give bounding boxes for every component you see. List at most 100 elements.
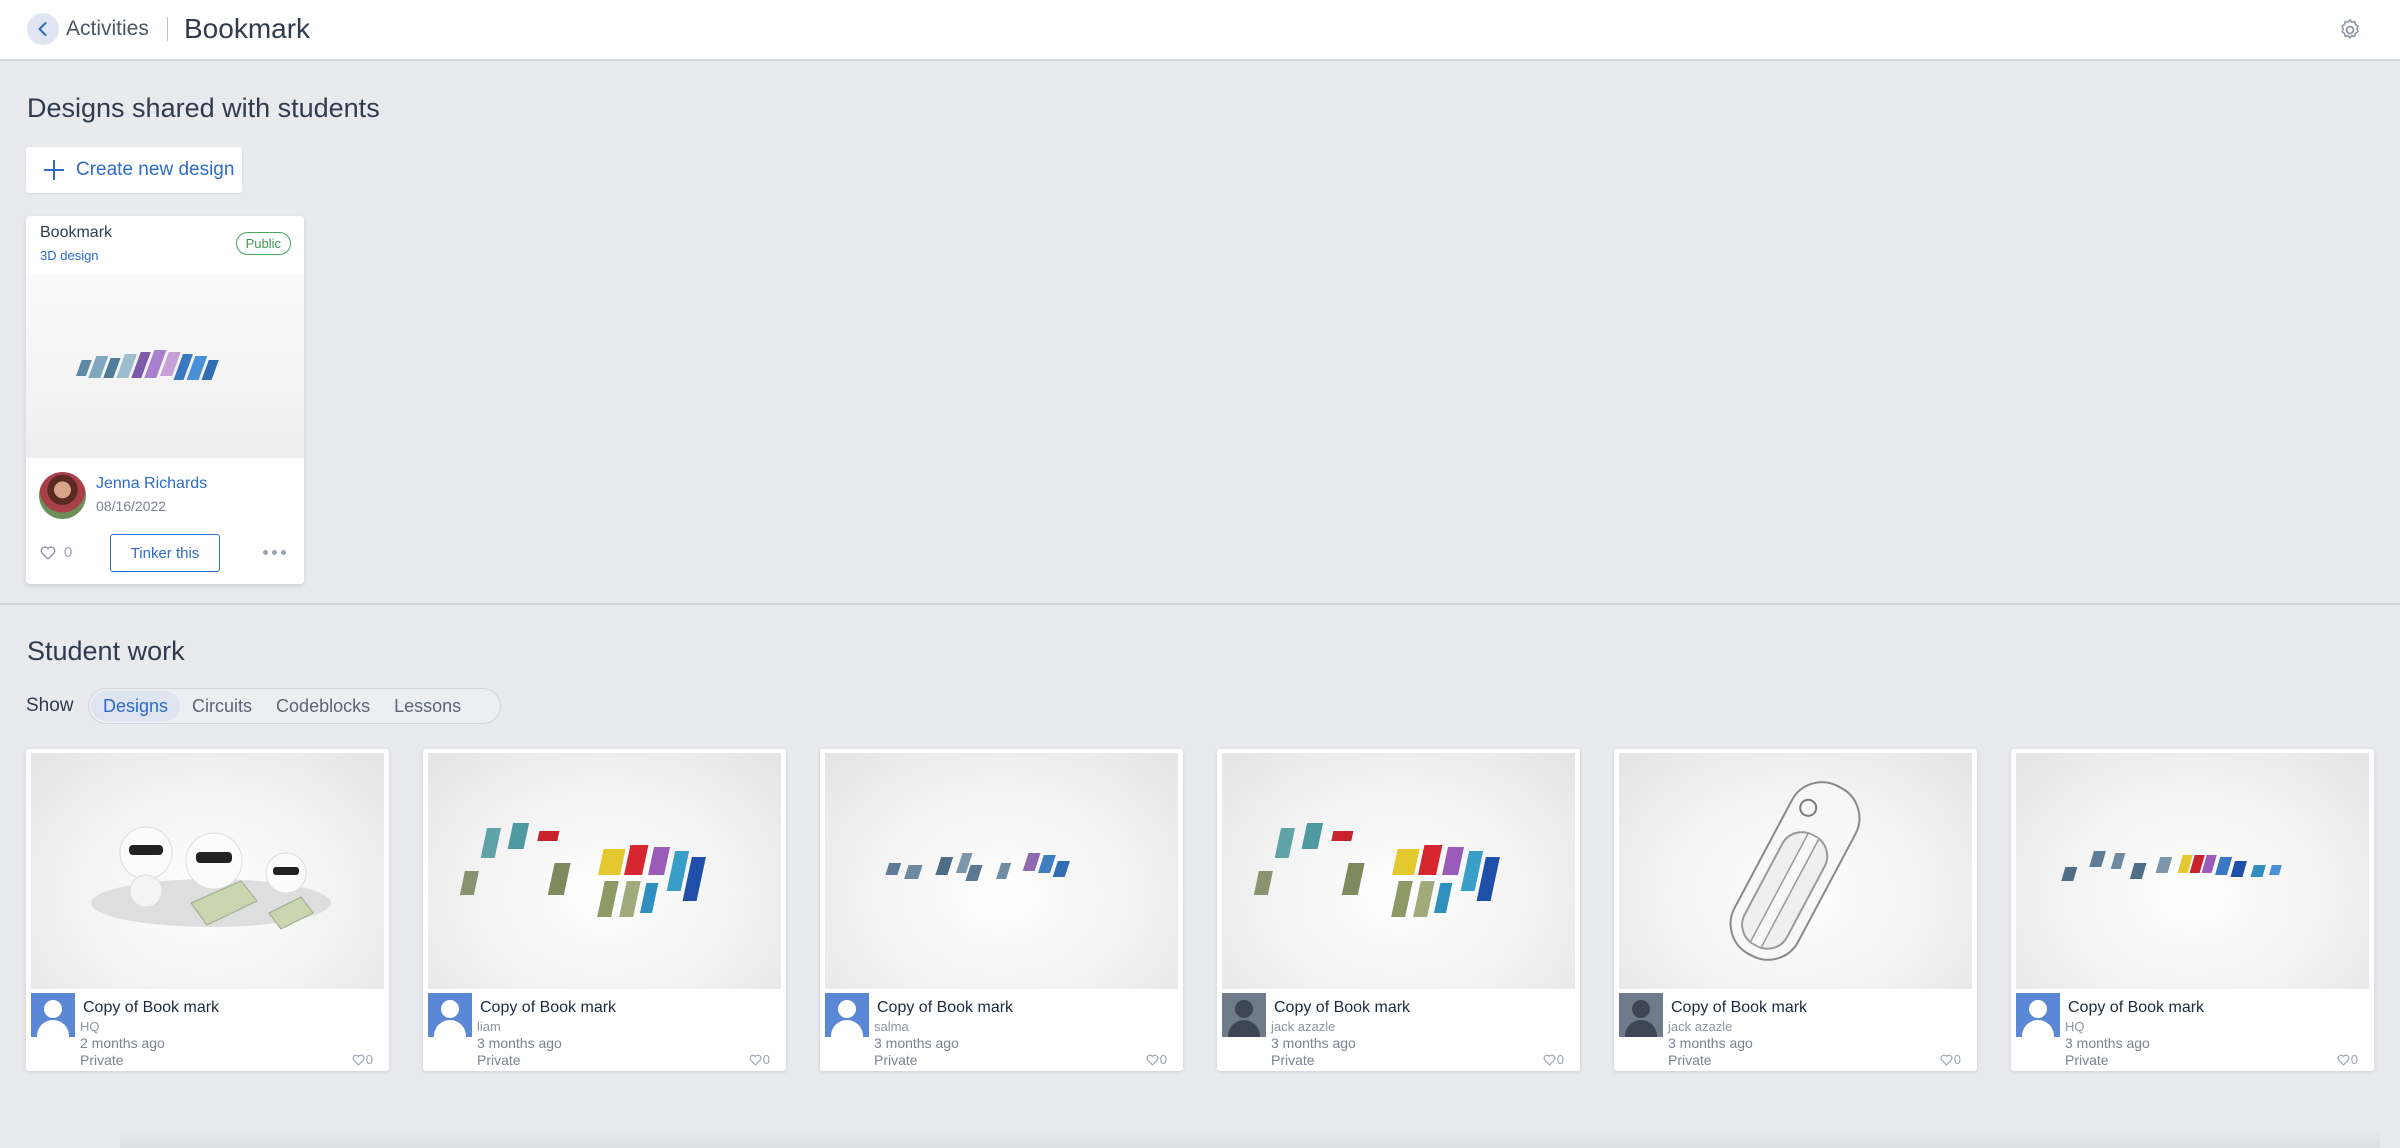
outline-bookmark-image	[1729, 781, 1861, 961]
design-owner: HQ	[2065, 1019, 2085, 1034]
design-visibility: Private	[2065, 1052, 2109, 1068]
design-date: 08/16/2022	[96, 498, 167, 514]
shared-design-card[interactable]: Bookmark 3D design Public Jenna Richards…	[26, 216, 304, 584]
like-count: 0	[762, 1052, 770, 1067]
user-avatar[interactable]	[1222, 993, 1266, 1037]
design-time: 3 months ago	[2065, 1035, 2150, 1051]
like-count: 0	[1953, 1052, 1961, 1067]
like-count: 0	[64, 544, 73, 561]
design-title[interactable]: Copy of Book mark	[1671, 999, 1807, 1017]
like-button[interactable]: 0	[749, 1052, 770, 1067]
user-avatar[interactable]	[1619, 993, 1663, 1037]
section-divider	[0, 603, 2400, 605]
design-title[interactable]: Copy of Book mark	[2068, 999, 2204, 1017]
like-count: 0	[365, 1052, 373, 1067]
heart-icon	[1940, 1054, 1953, 1066]
breadcrumb-separator	[167, 17, 168, 41]
student-design-card[interactable]: Copy of Book mark liam 3 months ago Priv…	[423, 749, 786, 1071]
like-button[interactable]: 0	[1146, 1052, 1167, 1067]
design-visibility: Private	[874, 1052, 918, 1068]
snowman-bookmark-image	[91, 826, 331, 930]
student-design-card[interactable]: Copy of Book mark jack azazle 3 months a…	[1614, 749, 1977, 1071]
more-options-button[interactable]	[263, 546, 291, 558]
design-owner: HQ	[80, 1019, 100, 1034]
design-title[interactable]: Copy of Book mark	[83, 999, 219, 1017]
design-visibility: Private	[1271, 1052, 1315, 1068]
bookmark-set-image	[885, 853, 1070, 881]
design-thumbnail[interactable]	[31, 753, 384, 989]
bookmark-model-image	[75, 350, 219, 380]
student-work-title: Student work	[27, 636, 185, 666]
create-new-design-label: Create new design	[76, 159, 235, 180]
filter-tab-designs[interactable]: Designs	[91, 691, 181, 721]
plus-icon	[44, 160, 64, 180]
design-thumbnail[interactable]	[26, 274, 304, 458]
design-time: 3 months ago	[1668, 1035, 1753, 1051]
chevron-left-icon	[38, 22, 47, 36]
design-thumbnail[interactable]	[428, 753, 781, 989]
user-avatar[interactable]	[31, 993, 75, 1037]
bottom-shadow	[120, 1128, 2380, 1148]
design-thumbnail[interactable]	[1222, 753, 1575, 989]
design-thumbnail[interactable]	[825, 753, 1178, 989]
design-time: 3 months ago	[477, 1035, 562, 1051]
like-button[interactable]: 0	[1940, 1052, 1961, 1067]
filter-tab-circuits[interactable]: Circuits	[180, 691, 264, 721]
design-owner: jack azazle	[1271, 1019, 1336, 1034]
create-new-design-button[interactable]: Create new design	[26, 147, 242, 193]
design-owner: salma	[874, 1019, 909, 1034]
more-dot-icon	[263, 549, 268, 555]
student-design-card[interactable]: Copy of Book mark HQ 2 months ago Privat…	[26, 749, 389, 1071]
author-name-link[interactable]: Jenna Richards	[96, 475, 207, 493]
more-dot-icon	[272, 549, 277, 555]
status-badge: Public	[235, 232, 291, 255]
bookmark-set-image	[459, 823, 706, 917]
like-count: 0	[1556, 1052, 1564, 1067]
design-time: 3 months ago	[874, 1035, 959, 1051]
design-time: 2 months ago	[80, 1035, 165, 1051]
like-button[interactable]: 0	[2337, 1052, 2358, 1067]
design-title[interactable]: Copy of Book mark	[480, 999, 616, 1017]
design-title[interactable]: Copy of Book mark	[877, 999, 1013, 1017]
design-time: 3 months ago	[1271, 1035, 1356, 1051]
design-visibility: Private	[1668, 1052, 1712, 1068]
filter-tab-lessons[interactable]: Lessons	[382, 691, 473, 721]
more-dot-icon	[281, 549, 286, 555]
like-button[interactable]: 0	[40, 544, 72, 561]
page-title: Bookmark	[184, 13, 311, 44]
filter-tab-codeblocks[interactable]: Codeblocks	[264, 691, 382, 721]
like-count: 0	[2350, 1052, 2358, 1067]
design-thumbnail[interactable]	[1619, 753, 1972, 989]
tinker-this-button[interactable]: Tinker this	[110, 534, 220, 572]
design-owner: jack azazle	[1668, 1019, 1733, 1034]
breadcrumb-activities[interactable]: Activities	[66, 17, 149, 41]
bookmark-set-image	[1253, 823, 1500, 917]
user-avatar[interactable]	[428, 993, 472, 1037]
student-design-card[interactable]: Copy of Book mark HQ 3 months ago Privat…	[2011, 749, 2374, 1071]
back-button[interactable]	[27, 13, 59, 45]
heart-icon	[1543, 1054, 1556, 1066]
design-visibility: Private	[477, 1052, 521, 1068]
show-label: Show	[26, 695, 74, 716]
design-title[interactable]: Copy of Book mark	[1274, 999, 1410, 1017]
shared-section-title: Designs shared with students	[27, 93, 380, 123]
gear-icon[interactable]	[2337, 17, 2363, 43]
design-name: Bookmark	[40, 224, 113, 241]
design-type: 3D design	[40, 248, 99, 263]
bookmark-set-image	[2061, 851, 2282, 881]
heart-icon	[1146, 1054, 1159, 1066]
design-visibility: Private	[80, 1052, 124, 1068]
like-button[interactable]: 0	[352, 1052, 373, 1067]
like-count: 0	[1159, 1052, 1167, 1067]
student-design-card[interactable]: Copy of Book mark jack azazle 3 months a…	[1217, 749, 1580, 1071]
design-thumbnail[interactable]	[2016, 753, 2369, 989]
design-owner: liam	[477, 1019, 501, 1034]
heart-icon	[749, 1054, 762, 1066]
filter-tabs: Designs Circuits Codeblocks Lessons	[88, 688, 501, 724]
user-avatar[interactable]	[2016, 993, 2060, 1037]
like-button[interactable]: 0	[1543, 1052, 1564, 1067]
author-avatar[interactable]	[39, 472, 86, 519]
user-avatar[interactable]	[825, 993, 869, 1037]
top-bar: Activities Bookmark	[0, 0, 2400, 61]
student-design-card[interactable]: Copy of Book mark salma 3 months ago Pri…	[820, 749, 1183, 1071]
